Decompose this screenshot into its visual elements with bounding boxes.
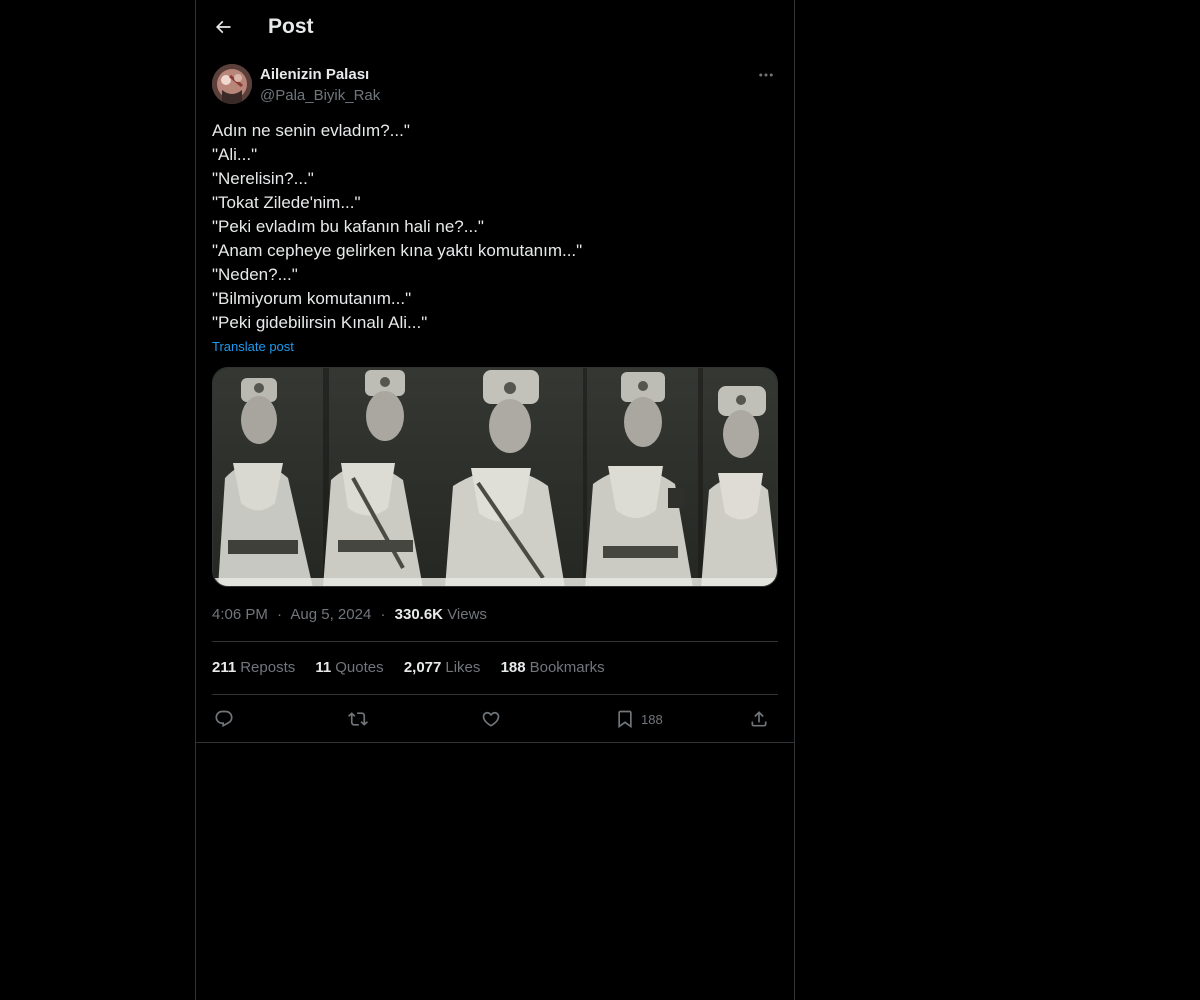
bookmark-count: 188	[641, 711, 663, 727]
like-icon	[482, 711, 500, 727]
quotes-label: Quotes	[335, 659, 384, 676]
post-date[interactable]: Aug 5, 2024	[290, 606, 371, 623]
post-text: Adın ne senin evladım?..." "Ali..." "Ner…	[212, 119, 778, 335]
meta-separator: ·	[380, 606, 386, 623]
back-button[interactable]	[206, 10, 240, 44]
views-label: Views	[447, 606, 487, 623]
more-options-button[interactable]	[754, 64, 778, 86]
avatar-image	[212, 64, 252, 104]
likes-label: Likes	[445, 659, 481, 676]
page-header: Post	[196, 0, 794, 54]
post-author: Ailenizin Palası @Pala_Biyik_Rak	[212, 64, 778, 106]
bookmark-icon	[618, 710, 632, 729]
likes-stat[interactable]: 2,077 Likes	[404, 658, 481, 678]
repost-button[interactable]	[348, 704, 368, 734]
post-line: "Neden?..."	[212, 265, 298, 284]
divider	[212, 694, 778, 695]
post-time[interactable]: 4:06 PM	[212, 606, 268, 623]
reply-icon	[215, 710, 233, 728]
post-stats: 211 Reposts 11 Quotes 2,077 Likes 188 Bookma…	[212, 658, 621, 678]
post-line: "Anam cepheye gelirken kına yaktı komuta…	[212, 241, 583, 260]
back-arrow-icon	[215, 20, 231, 34]
post-actions: 188	[212, 704, 778, 734]
page-title: Post	[268, 15, 314, 38]
likes-count: 2,077	[403, 659, 442, 676]
post-line: "Peki evladım bu kafanın hali ne?..."	[212, 217, 484, 236]
views-count: 330.6K	[394, 606, 444, 623]
divider	[196, 742, 794, 743]
reposts-label: Reposts	[240, 659, 296, 676]
share-button[interactable]	[749, 704, 769, 734]
post-line: "Bilmiyorum komutanım..."	[212, 289, 412, 308]
post-meta: 4:06 PM · Aug 5, 2024 · 330.6K Views	[212, 605, 487, 625]
reposts-count: 211	[212, 659, 237, 676]
reposts-stat[interactable]: 211 Reposts	[212, 658, 295, 678]
quotes-count: 11	[315, 659, 332, 676]
more-dots-icon	[759, 73, 773, 77]
avatar[interactable]	[212, 64, 252, 104]
post-line: "Ali..."	[212, 145, 258, 164]
post-detail-column: Post Ailenizin Palası @Pala_Biyik_Rak Ad…	[195, 0, 795, 1000]
post-image[interactable]	[212, 367, 778, 587]
post-line: "Nerelisin?..."	[212, 169, 314, 188]
author-handle[interactable]: @Pala_Biyik_Rak	[260, 86, 380, 106]
bookmark-button[interactable]: 188	[615, 704, 663, 734]
post-line: "Tokat Zilede'nim..."	[212, 193, 361, 212]
post-line: "Peki gidebilirsin Kınalı Ali..."	[212, 313, 428, 332]
reply-button[interactable]	[214, 704, 234, 734]
post-line: Adın ne senin evladım?..."	[212, 121, 410, 140]
like-button[interactable]	[481, 704, 501, 734]
author-name[interactable]: Ailenizin Palası	[260, 65, 369, 85]
repost-icon	[348, 712, 368, 726]
meta-separator: ·	[277, 606, 283, 623]
bookmarks-stat[interactable]: 188 Bookmarks	[501, 658, 605, 678]
bookmarks-label: Bookmarks	[529, 659, 605, 676]
bookmarks-count: 188	[500, 659, 526, 676]
photo-of-five-boys-in-uniform	[213, 368, 777, 586]
translate-post-link[interactable]: Translate post	[212, 338, 294, 356]
quotes-stat[interactable]: 11 Quotes	[315, 658, 383, 678]
divider	[212, 641, 778, 642]
share-icon	[751, 711, 767, 727]
